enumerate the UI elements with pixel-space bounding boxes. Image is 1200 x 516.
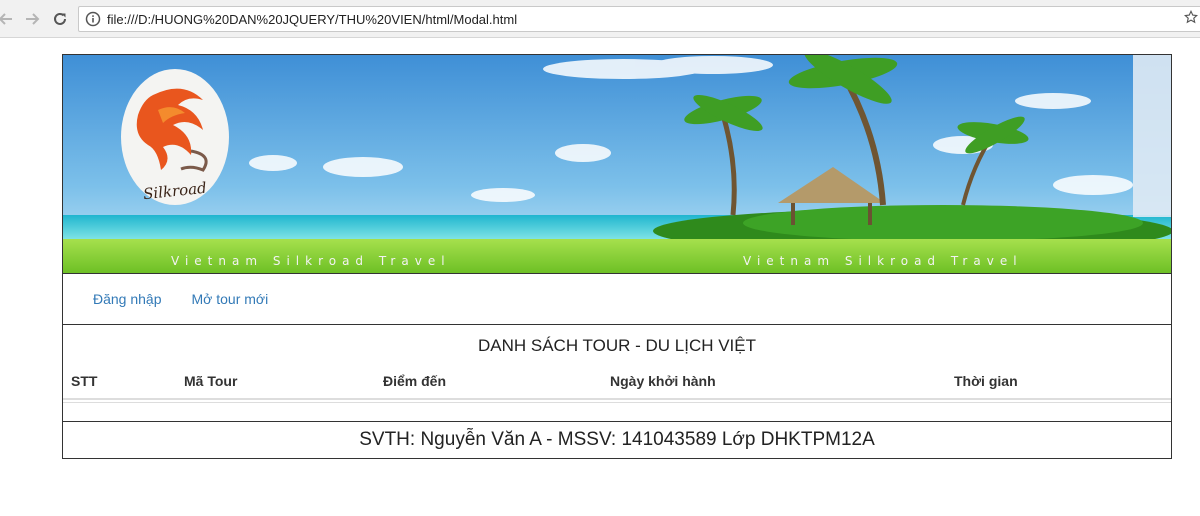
forward-arrow-icon	[26, 13, 40, 25]
browser-toolbar: file:///D:/HUONG%20DAN%20JQUERY/THU%20VI…	[0, 0, 1200, 38]
header-banner: Silkroad Vietnam Silkroad Travel Vietnam…	[63, 55, 1171, 274]
footer-student-info: SVTH: Nguyễn Văn A - MSSV: 141043589 Lớp…	[359, 429, 875, 450]
reload-icon	[54, 12, 66, 25]
column-header-tour-code: Mã Tour	[184, 373, 238, 389]
column-header-stt: STT	[71, 373, 98, 389]
tour-list-title: DANH SÁCH TOUR - DU LỊCH VIỆT	[477, 336, 757, 355]
banner-caption-right: Vietnam Silkroad Travel	[743, 254, 1023, 268]
tour-table-header: STT Mã Tour Điểm đến Ngày khởi hành Thời…	[63, 372, 1171, 400]
nav-menu: Đăng nhập Mở tour mới	[63, 274, 1171, 325]
forward-button[interactable]	[22, 9, 42, 29]
url-text[interactable]: file:///D:/HUONG%20DAN%20JQUERY/THU%20VI…	[107, 12, 517, 27]
table-row	[63, 402, 1171, 403]
page-container: Silkroad Vietnam Silkroad Travel Vietnam…	[62, 54, 1172, 459]
address-bar[interactable]: file:///D:/HUONG%20DAN%20JQUERY/THU%20VI…	[78, 6, 1200, 32]
back-button[interactable]	[0, 9, 16, 29]
new-tour-link[interactable]: Mở tour mới	[192, 291, 269, 307]
banner-caption-left: Vietnam Silkroad Travel	[171, 254, 451, 268]
info-icon[interactable]	[85, 11, 101, 27]
column-header-destination: Điểm đến	[383, 373, 447, 389]
login-link[interactable]: Đăng nhập	[93, 291, 162, 307]
reload-button[interactable]	[50, 9, 70, 29]
beach-banner-image	[63, 55, 1171, 273]
tour-list-section: DANH SÁCH TOUR - DU LỊCH VIỆT STT Mã Tou…	[63, 325, 1171, 422]
column-header-departure-date: Ngày khởi hành	[610, 373, 716, 389]
column-header-duration: Thời gian	[954, 373, 1018, 389]
bookmark-star-icon[interactable]	[1184, 10, 1198, 24]
back-arrow-icon	[0, 13, 12, 25]
